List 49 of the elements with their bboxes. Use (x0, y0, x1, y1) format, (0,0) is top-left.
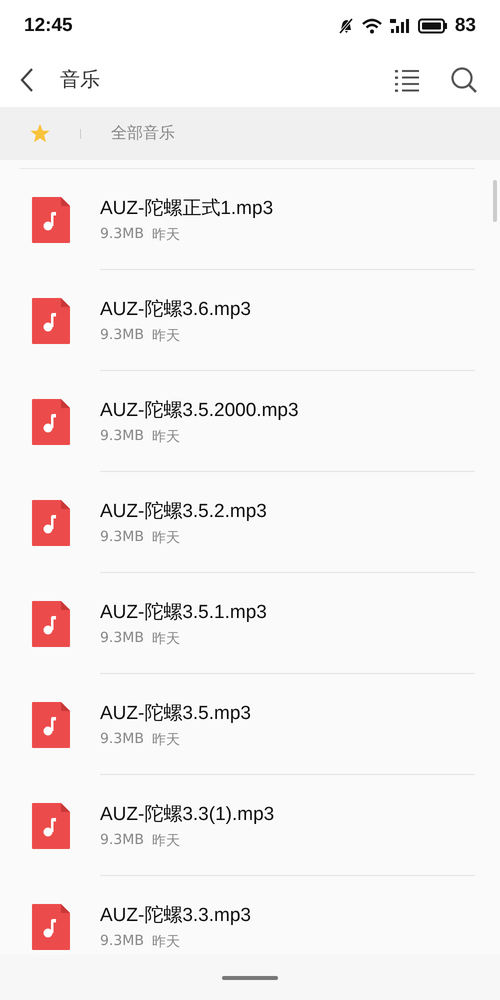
file-row[interactable]: AUZ-陀螺3.3(1).mp3 9.3MB 昨天 (0, 775, 500, 876)
file-name: AUZ-陀螺正式1.mp3 (100, 197, 274, 221)
file-size: 9.3MB (100, 327, 144, 345)
file-name: AUZ-陀螺3.3.mp3 (100, 904, 252, 928)
file-size: 9.3MB (100, 630, 144, 648)
signal-icon (388, 17, 411, 35)
music-file-icon (32, 702, 70, 748)
file-date: 昨天 (152, 630, 180, 648)
file-size: 9.3MB (100, 933, 144, 951)
file-size: 9.3MB (100, 529, 144, 547)
music-file-icon (32, 196, 70, 242)
file-name: AUZ-陀螺3.3(1).mp3 (100, 803, 276, 827)
file-name: AUZ-陀螺3.5.2.mp3 (100, 500, 268, 524)
file-row[interactable]: AUZ-陀螺3.6.mp3 9.3MB 昨天 (0, 270, 500, 371)
file-size: 9.3MB (100, 226, 144, 244)
scrollbar-thumb[interactable] (493, 180, 497, 222)
file-row[interactable]: AUZ-陀螺正式1.mp3 9.3MB 昨天 (0, 169, 500, 270)
music-file-icon (32, 904, 70, 950)
music-file-icon (32, 802, 70, 848)
muted-bell-icon (336, 17, 355, 35)
file-date: 昨天 (152, 327, 180, 345)
music-file-icon (32, 600, 70, 646)
battery-percent: 83 (454, 15, 476, 37)
music-file-icon (32, 500, 70, 546)
file-size: 9.3MB (100, 731, 144, 749)
file-name: AUZ-陀螺3.5.2000.mp3 (100, 399, 300, 423)
file-row[interactable]: AUZ-陀螺3.5.2.mp3 9.3MB 昨天 (0, 472, 500, 573)
file-size: 9.3MB (100, 428, 144, 446)
file-row[interactable]: AUZ-陀螺3.5.1.mp3 9.3MB 昨天 (0, 573, 500, 674)
status-time: 12:45 (24, 15, 73, 37)
wifi-icon (362, 18, 382, 34)
file-date: 昨天 (152, 832, 180, 850)
file-date: 昨天 (152, 529, 180, 547)
file-name: AUZ-陀螺3.5.mp3 (100, 702, 252, 726)
file-row[interactable]: AUZ-陀螺3.5.mp3 9.3MB 昨天 (0, 674, 500, 775)
file-date: 昨天 (152, 428, 180, 446)
file-date: 昨天 (152, 226, 180, 244)
music-file-icon (32, 398, 70, 444)
file-row[interactable]: AUZ-陀螺3.5.2000.mp3 9.3MB 昨天 (0, 371, 500, 472)
file-date: 昨天 (152, 731, 180, 749)
star-icon[interactable] (30, 124, 50, 143)
battery-icon (418, 18, 448, 34)
music-file-icon (32, 298, 70, 344)
file-size: 9.3MB (100, 832, 144, 850)
file-name: AUZ-陀螺3.6.mp3 (100, 298, 252, 322)
file-name: AUZ-陀螺3.5.1.mp3 (100, 601, 268, 625)
page-title: 音乐 (60, 66, 100, 93)
file-date: 昨天 (152, 933, 180, 951)
home-indicator[interactable] (222, 976, 278, 980)
